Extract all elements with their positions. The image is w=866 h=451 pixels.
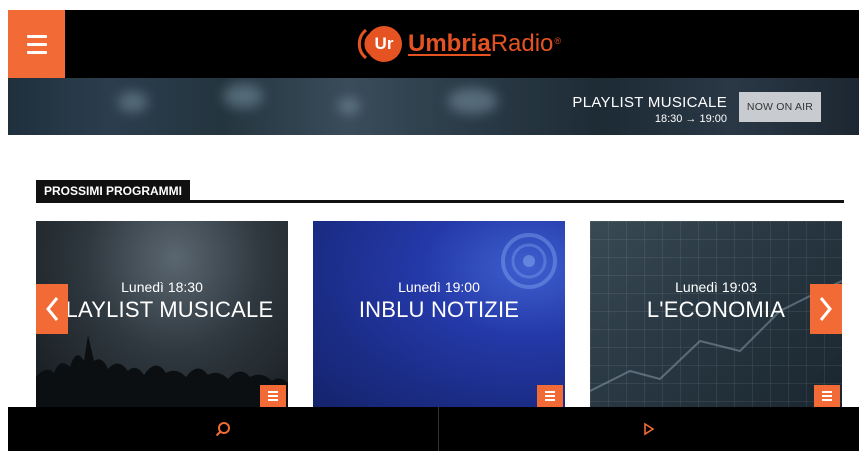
now-on-air-time: 18:30 → 19:00	[654, 113, 727, 125]
program-card[interactable]: Lunedì 19:00 INBLU NOTIZIE	[313, 221, 565, 407]
logo-registered-mark: ®	[554, 36, 562, 46]
play-icon	[644, 422, 655, 436]
radio-waves-icon	[346, 24, 372, 64]
logo-text: Umbria Radio ®	[408, 30, 561, 58]
menu-icon-line	[268, 395, 278, 397]
section-divider	[36, 200, 844, 203]
now-on-air-banner: PLAYLIST MUSICALE 18:30 → 19:00 NOW ON A…	[8, 78, 859, 135]
play-button[interactable]	[439, 407, 859, 451]
search-icon	[215, 422, 230, 437]
program-time: Lunedì 18:30	[121, 279, 203, 295]
chevron-right-icon	[819, 297, 832, 321]
program-title: PLAYLIST MUSICALE	[50, 297, 274, 322]
logo-badge: Ur	[366, 26, 402, 62]
menu-icon-line	[268, 399, 278, 401]
now-on-air-button[interactable]: NOW ON AIR	[739, 92, 821, 122]
now-on-air-title: PLAYLIST MUSICALE	[572, 94, 727, 111]
banner-light	[223, 84, 263, 108]
banner-light	[338, 98, 360, 114]
program-menu-button[interactable]	[814, 385, 840, 407]
bottom-bar	[8, 407, 859, 451]
program-menu-button[interactable]	[537, 385, 563, 407]
menu-icon-line	[822, 395, 832, 397]
menu-icon-line	[545, 395, 555, 397]
section-title: PROSSIMI PROGRAMMI	[36, 180, 191, 202]
hamburger-icon-line	[26, 42, 47, 46]
app-frame: Ur Umbria Radio ® PLAYLIST MUSICALE 18:3…	[8, 10, 859, 451]
hamburger-icon	[26, 34, 47, 38]
program-card[interactable]: Lunedì 18:30 PLAYLIST MUSICALE	[36, 221, 288, 407]
search-button[interactable]	[8, 407, 438, 451]
menu-icon-line	[545, 399, 555, 401]
menu-icon	[822, 391, 832, 393]
program-time: Lunedì 19:03	[675, 279, 757, 295]
menu-icon	[545, 391, 555, 393]
carousel-prev-button[interactable]	[36, 284, 68, 334]
menu-icon-line	[822, 399, 832, 401]
logo[interactable]: Ur Umbria Radio ®	[346, 18, 561, 70]
program-title: L'ECONOMIA	[646, 297, 786, 322]
logo-word-radio: Radio	[490, 30, 554, 57]
banner-light	[448, 88, 498, 114]
chevron-left-icon	[46, 297, 59, 321]
menu-button[interactable]	[8, 10, 65, 78]
hamburger-icon-line	[26, 50, 47, 54]
logo-word-umbria: Umbria	[408, 30, 491, 57]
banner-light	[118, 92, 148, 112]
program-title: INBLU NOTIZIE	[358, 297, 520, 322]
carousel-next-button[interactable]	[810, 284, 842, 334]
program-card[interactable]: Lunedì 19:03 L'ECONOMIA	[590, 221, 842, 407]
program-time: Lunedì 19:00	[398, 279, 480, 295]
menu-icon	[268, 391, 278, 393]
header: Ur Umbria Radio ®	[8, 10, 859, 78]
crowd-silhouette	[36, 335, 288, 407]
program-menu-button[interactable]	[260, 385, 286, 407]
